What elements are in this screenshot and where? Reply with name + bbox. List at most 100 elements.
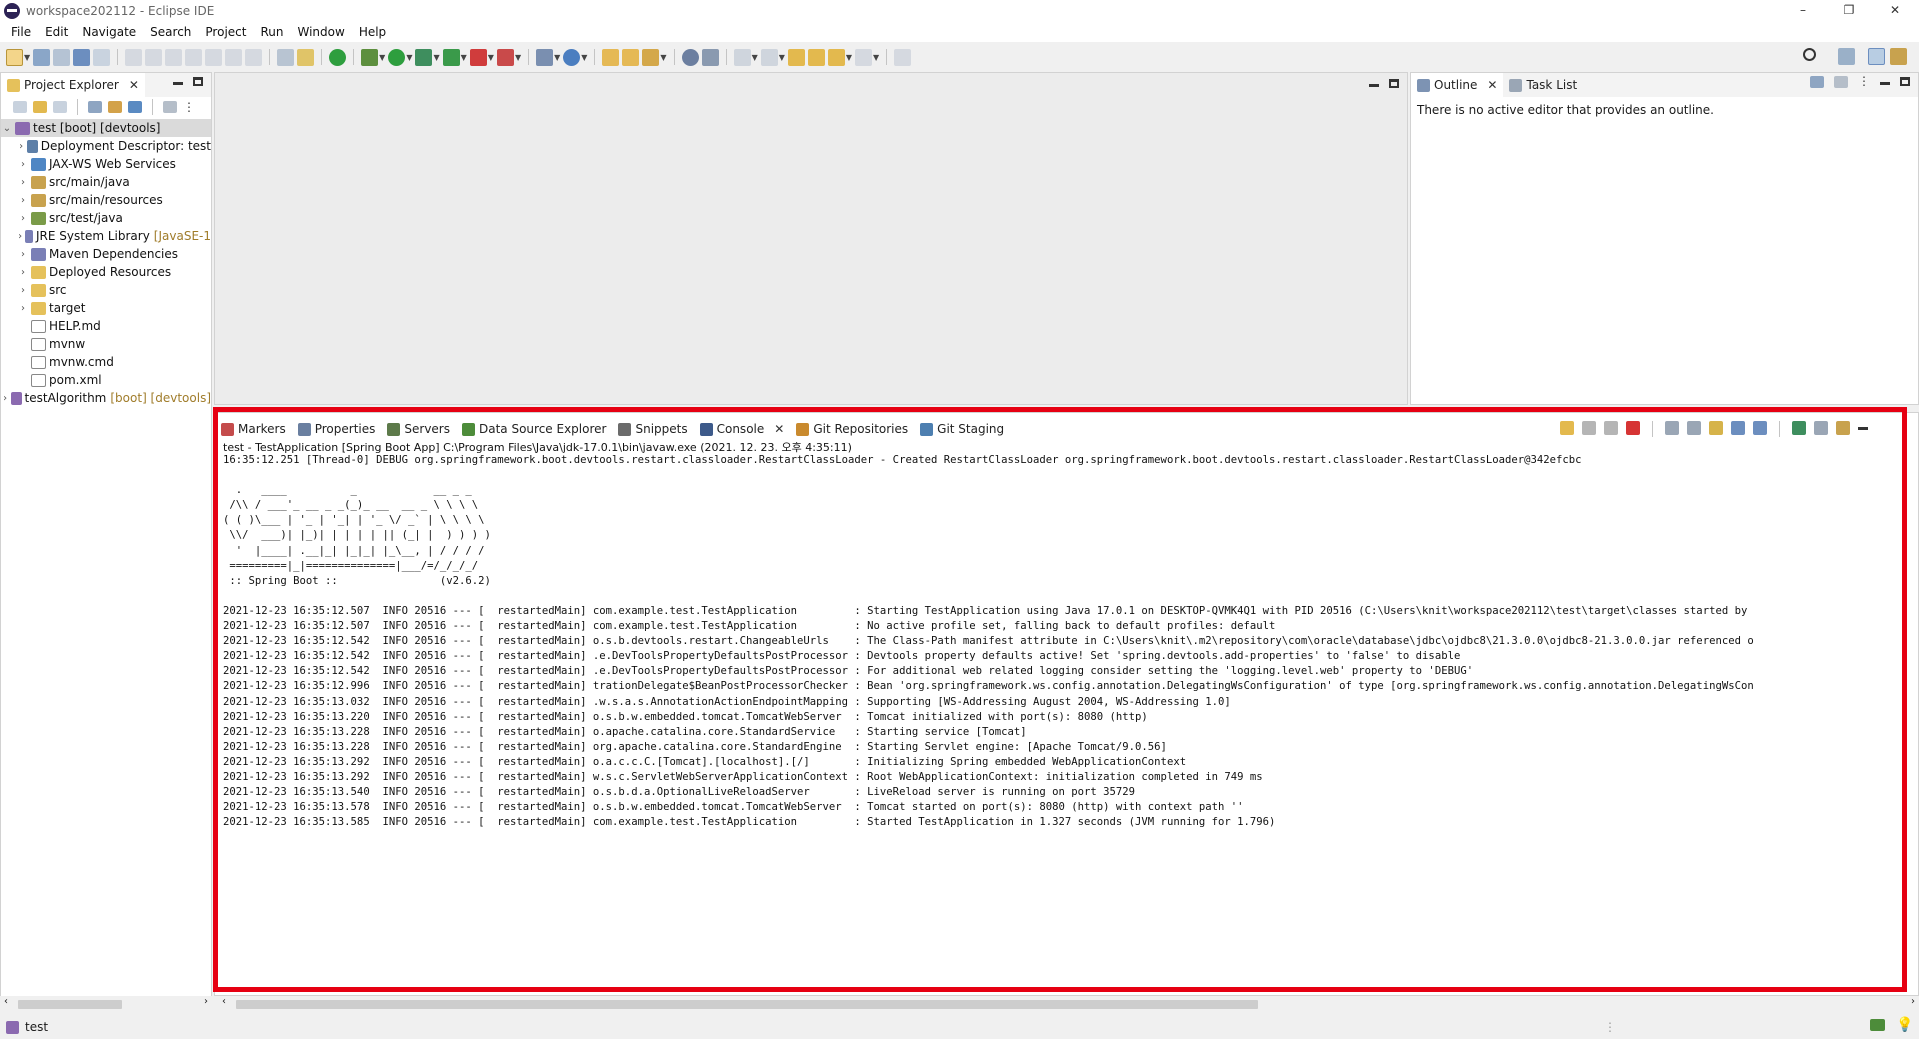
tab-task-list[interactable]: Task List <box>1503 73 1583 97</box>
tree-item[interactable]: HELP.md <box>1 317 211 335</box>
pin-icon[interactable] <box>1792 421 1806 435</box>
chevron-right-icon[interactable]: › <box>17 231 23 242</box>
sort-icon[interactable] <box>1810 76 1824 88</box>
menu-edit[interactable]: Edit <box>38 25 75 39</box>
chevron-down-icon[interactable]: ▼ <box>752 53 758 62</box>
tab-git-staging[interactable]: Git Staging <box>914 417 1010 441</box>
chevron-right-icon[interactable]: › <box>17 159 29 170</box>
maximize-icon[interactable] <box>1900 77 1910 86</box>
new-class-icon[interactable] <box>563 48 581 66</box>
last-edit-icon[interactable] <box>787 48 805 66</box>
chevron-right-icon[interactable]: › <box>1 393 9 404</box>
forward-arrow-icon[interactable] <box>33 101 47 113</box>
minimize-icon[interactable] <box>173 82 183 85</box>
restore-window-button[interactable]: ❐ <box>1826 0 1872 22</box>
pin-console-icon[interactable] <box>1560 421 1574 435</box>
annotation-icon[interactable] <box>701 48 719 66</box>
minimize-icon[interactable] <box>1858 427 1868 430</box>
new-icon[interactable] <box>6 48 23 66</box>
tab-properties[interactable]: Properties <box>292 417 382 441</box>
tab-markers[interactable]: Markers <box>215 417 292 441</box>
menu-help[interactable]: Help <box>352 25 393 39</box>
tree-item[interactable]: › src/test/java <box>1 209 211 227</box>
minimize-window-button[interactable]: – <box>1780 0 1826 22</box>
pin-editor-icon[interactable] <box>894 48 912 66</box>
chevron-right-icon[interactable]: › <box>17 285 29 296</box>
view-menu-icon[interactable]: ⋮ <box>183 100 195 114</box>
search-icon[interactable] <box>642 48 660 66</box>
terminal-icon[interactable] <box>73 48 91 66</box>
tree-item[interactable]: › target <box>1 299 211 317</box>
magnifier-search-icon[interactable] <box>1803 48 1816 61</box>
maximize-icon[interactable] <box>193 77 203 86</box>
tab-outline[interactable]: Outline ✕ <box>1411 73 1504 97</box>
chevron-down-icon[interactable]: ⌄ <box>1 123 13 134</box>
forward-icon[interactable] <box>855 48 873 66</box>
remove-launch-icon[interactable] <box>1582 421 1596 435</box>
tree-item[interactable]: › Deployment Descriptor: test <box>1 137 211 155</box>
tree-item[interactable]: pom.xml <box>1 371 211 389</box>
save-icon[interactable] <box>33 48 51 66</box>
scroll-left-icon[interactable]: ‹ <box>4 996 8 1007</box>
chevron-down-icon[interactable]: ▼ <box>488 53 494 62</box>
maximize-icon[interactable] <box>1389 79 1399 88</box>
next-annotation-icon[interactable] <box>733 48 751 66</box>
show-stderr-icon[interactable] <box>1753 421 1767 435</box>
chevron-down-icon[interactable]: ▼ <box>779 53 785 62</box>
clear-console-icon[interactable] <box>1665 421 1679 435</box>
tree-item[interactable]: › JAX-WS Web Services <box>1 155 211 173</box>
tree-item[interactable]: › src/main/resources <box>1 191 211 209</box>
chevron-right-icon[interactable]: › <box>17 267 29 278</box>
tree-item[interactable]: › JRE System Library [JavaSE-1 <box>1 227 211 245</box>
step-over-icon[interactable] <box>225 48 243 66</box>
back-icon[interactable] <box>827 48 845 66</box>
chevron-down-icon[interactable]: ▼ <box>554 53 560 62</box>
skip-breakpoints-icon[interactable] <box>297 48 315 66</box>
debug-icon[interactable] <box>361 48 379 66</box>
chevron-right-icon[interactable]: › <box>17 177 29 188</box>
deploy-icon[interactable] <box>496 48 514 66</box>
chevron-down-icon[interactable]: ▼ <box>461 53 467 62</box>
close-icon[interactable]: ✕ <box>1487 78 1497 92</box>
chevron-down-icon[interactable]: ▼ <box>581 53 587 62</box>
tree-item[interactable]: › testAlgorithm [boot] [devtools] <box>1 389 211 407</box>
tab-project-explorer[interactable]: Project Explorer ✕ <box>1 73 145 97</box>
tab-snippets[interactable]: Snippets <box>612 417 693 441</box>
tree-item[interactable]: › src/main/java <box>1 173 211 191</box>
project-explorer-hscrollbar[interactable]: ‹ › <box>0 996 212 1012</box>
tab-servers[interactable]: Servers <box>381 417 456 441</box>
toggle-block-icon[interactable] <box>277 48 295 66</box>
step-into-icon[interactable] <box>205 48 223 66</box>
tab-console[interactable]: Console ✕ <box>693 417 791 441</box>
external-tools-icon[interactable] <box>442 48 460 66</box>
chevron-down-icon[interactable]: ▼ <box>873 53 879 62</box>
progress-icon[interactable] <box>1870 1019 1885 1031</box>
open-task-icon[interactable] <box>622 48 640 66</box>
tab-git-repositories[interactable]: Git Repositories <box>790 417 914 441</box>
globe-icon[interactable] <box>681 48 699 66</box>
java-ee-perspective-icon[interactable] <box>1868 48 1885 65</box>
stop-server-icon[interactable] <box>469 48 487 66</box>
menu-project[interactable]: Project <box>198 25 253 39</box>
open-console-icon[interactable] <box>1836 421 1850 435</box>
suspend-icon[interactable] <box>145 48 163 66</box>
focus-icon[interactable] <box>1834 76 1848 88</box>
menu-navigate[interactable]: Navigate <box>75 25 143 39</box>
close-window-button[interactable]: ✕ <box>1872 0 1918 22</box>
menu-run[interactable]: Run <box>253 25 290 39</box>
terminate-icon[interactable] <box>1626 421 1640 435</box>
resume-icon[interactable] <box>125 48 143 66</box>
chevron-right-icon[interactable]: › <box>17 249 29 260</box>
lightbulb-icon[interactable]: 💡 <box>1896 1017 1913 1033</box>
focus-icon[interactable] <box>163 101 177 113</box>
chevron-down-icon[interactable]: ▼ <box>406 53 412 62</box>
chevron-down-icon[interactable]: ▼ <box>846 53 852 62</box>
chevron-down-icon[interactable]: ▼ <box>379 53 385 62</box>
link-with-editor-icon[interactable] <box>108 101 122 113</box>
chevron-right-icon[interactable]: › <box>17 213 29 224</box>
close-icon[interactable]: ✕ <box>774 422 784 436</box>
collapse-all-icon[interactable] <box>88 101 102 113</box>
tree-item[interactable]: › src <box>1 281 211 299</box>
chevron-right-icon[interactable]: › <box>17 141 25 152</box>
scroll-lock-icon[interactable] <box>1687 421 1701 435</box>
